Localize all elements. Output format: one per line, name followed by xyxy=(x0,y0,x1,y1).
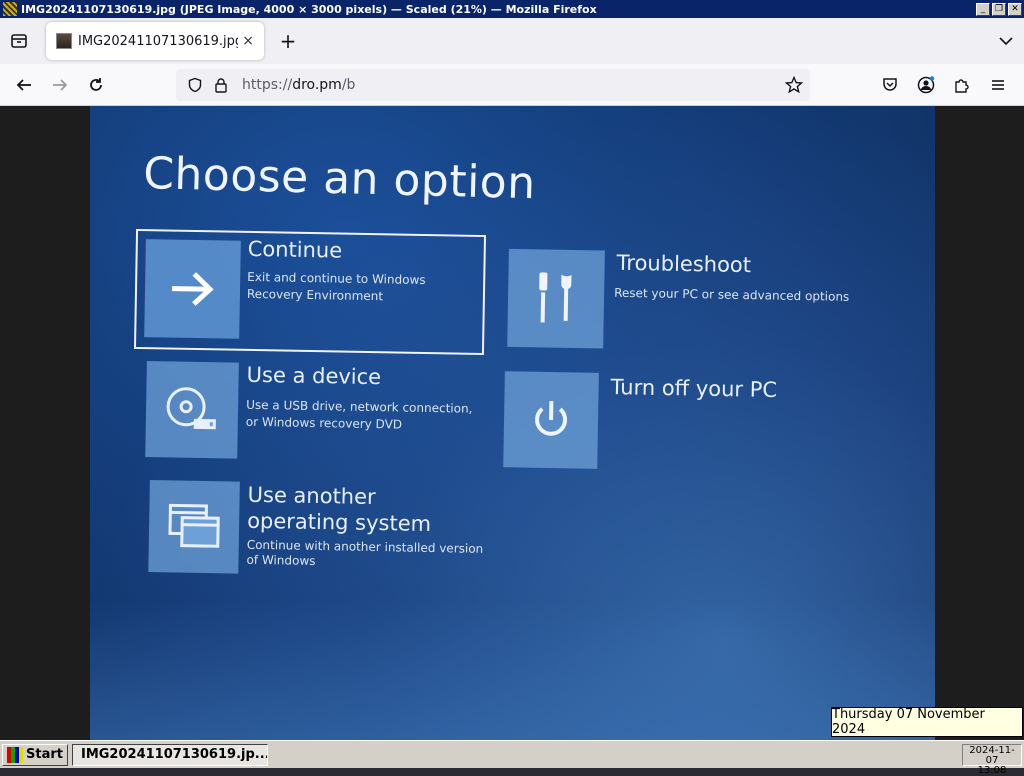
turn-off-title: Turn off your PC xyxy=(610,375,777,402)
url-text[interactable]: https://dro.pm/b xyxy=(242,77,355,93)
new-tab-button[interactable]: + xyxy=(270,23,306,59)
disc-usb-icon xyxy=(164,384,221,435)
option-continue: Continue Exit and continue to Windows Re… xyxy=(134,229,486,355)
tools-icon xyxy=(531,268,582,329)
forward-arrow-icon xyxy=(51,76,69,94)
power-icon xyxy=(527,396,576,445)
close-button[interactable]: ✕ xyxy=(1008,3,1022,16)
continue-desc-line2: Recovery Environment xyxy=(247,286,426,306)
another-os-title-line1: Use another xyxy=(247,482,431,511)
reload-icon xyxy=(87,76,105,94)
bookmark-star-button[interactable] xyxy=(782,73,806,97)
start-icon xyxy=(7,747,23,763)
url-bar[interactable]: https://dro.pm/b xyxy=(176,69,810,101)
pocket-icon xyxy=(881,76,899,94)
menu-button[interactable] xyxy=(980,69,1016,101)
troubleshoot-desc: Reset your PC or see advanced options xyxy=(614,285,849,306)
continue-title: Continue xyxy=(248,237,343,263)
another-os-title: Use another operating system xyxy=(247,482,432,537)
recovery-heading: Choose an option xyxy=(143,148,537,209)
arrow-right-icon xyxy=(167,269,218,310)
tab-close-icon[interactable]: × xyxy=(242,33,254,49)
tab-strip: IMG20241107130619.jpg ( × + xyxy=(0,18,1024,64)
star-icon xyxy=(785,76,803,94)
clock-date: 2024-11-07 xyxy=(963,746,1021,766)
content-area: Choose an option Continue Exit and conti… xyxy=(0,106,1024,740)
troubleshoot-title: Troubleshoot xyxy=(616,251,751,277)
option-use-device: Use a device Use a USB drive, network co… xyxy=(145,361,487,467)
date-tooltip: Thursday 07 November 2024 xyxy=(831,707,1023,737)
chevron-down-icon xyxy=(998,33,1014,49)
firefox-view-icon xyxy=(10,32,28,50)
windows-stack-icon xyxy=(166,501,223,552)
device-tile xyxy=(145,361,239,459)
account-button[interactable] xyxy=(908,69,944,101)
url-domain: dro.pm xyxy=(292,77,342,93)
back-arrow-icon xyxy=(15,76,33,94)
image-favicon-icon xyxy=(56,33,72,49)
another-os-desc: Continue with another installed version … xyxy=(246,538,483,572)
troubleshoot-tile xyxy=(507,249,605,349)
maximize-button[interactable]: ❐ xyxy=(992,3,1006,16)
another-os-title-line2: operating system xyxy=(247,508,431,537)
start-label: Start xyxy=(26,747,63,762)
tab-image[interactable]: IMG20241107130619.jpg ( × xyxy=(46,22,264,60)
continue-desc: Exit and continue to Windows Recovery En… xyxy=(247,269,426,306)
another-os-tile xyxy=(148,480,240,574)
app-icon xyxy=(3,2,17,16)
hamburger-menu-icon xyxy=(990,77,1006,93)
puzzle-icon xyxy=(953,76,971,94)
photo-image[interactable]: Choose an option Continue Exit and conti… xyxy=(90,106,935,740)
option-another-os: Use another operating system Continue wi… xyxy=(148,480,490,586)
continue-tile xyxy=(144,239,241,339)
pocket-button[interactable] xyxy=(872,69,908,101)
tracking-protection-icon[interactable] xyxy=(184,74,206,96)
taskbar: Start IMG20241107130619.jp... 2024-11-07… xyxy=(0,740,1024,768)
device-title: Use a device xyxy=(246,363,381,389)
option-turn-off: Turn off your PC xyxy=(503,371,825,477)
lock-icon[interactable] xyxy=(210,74,232,96)
start-button[interactable]: Start xyxy=(2,744,68,766)
window-title: IMG20241107130619.jpg (JPEG Image, 4000 … xyxy=(21,3,976,16)
tab-label: IMG20241107130619.jpg ( xyxy=(78,34,238,49)
option-troubleshoot: Troubleshoot Reset your PC or see advanc… xyxy=(507,249,869,355)
reload-button[interactable] xyxy=(78,69,114,101)
window-titlebar: IMG20241107130619.jpg (JPEG Image, 4000 … xyxy=(0,0,1024,18)
url-prefix: https:// xyxy=(242,77,292,93)
navigation-toolbar: https://dro.pm/b xyxy=(0,64,1024,106)
taskbar-item-label: IMG20241107130619.jp... xyxy=(81,747,268,762)
system-tray-clock[interactable]: 2024-11-07 13:08 xyxy=(962,744,1022,766)
list-all-tabs-button[interactable] xyxy=(988,33,1024,49)
turn-off-tile xyxy=(503,371,599,469)
minimize-button[interactable]: _ xyxy=(976,3,990,16)
device-desc: Use a USB drive, network connection, or … xyxy=(246,397,473,435)
extensions-button[interactable] xyxy=(944,69,980,101)
taskbar-item-firefox[interactable]: IMG20241107130619.jp... xyxy=(72,744,268,766)
back-button[interactable] xyxy=(6,69,42,101)
url-path: /b xyxy=(342,77,356,93)
account-icon xyxy=(916,75,936,95)
firefox-view-button[interactable] xyxy=(0,18,38,64)
forward-button[interactable] xyxy=(42,69,78,101)
